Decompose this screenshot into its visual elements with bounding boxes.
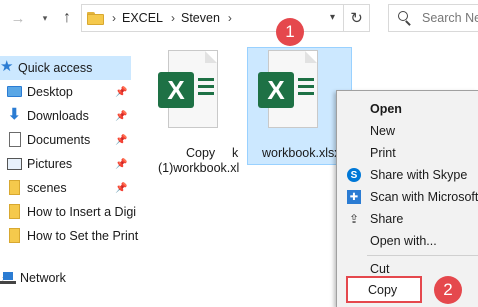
nav-item-label: Desktop bbox=[27, 85, 73, 99]
search-placeholder: Search Ne bbox=[422, 11, 478, 25]
menu-item-label: Share bbox=[370, 212, 404, 226]
excel-file-icon: X bbox=[158, 50, 218, 128]
file-name-line2: (1)workbook.xl bbox=[158, 161, 240, 175]
recent-locations-chevron-icon[interactable]: ▾ bbox=[35, 8, 55, 28]
breadcrumb-separator: › bbox=[171, 11, 175, 25]
nav-item-label: Downloads bbox=[27, 109, 89, 123]
share-icon: ⇪ bbox=[348, 212, 360, 226]
menu-item-label: Open bbox=[370, 102, 402, 116]
nav-item-label: How to Insert a Digi bbox=[27, 205, 137, 219]
search-icon bbox=[398, 11, 412, 26]
excel-file-icon: X bbox=[258, 50, 318, 128]
nav-item-quick-access[interactable]: ★ Quick access bbox=[0, 56, 131, 80]
up-arrow-icon[interactable]: ↑ bbox=[57, 8, 77, 28]
pictures-icon bbox=[7, 158, 22, 170]
pin-icon[interactable]: 📌 bbox=[115, 159, 127, 170]
menu-separator bbox=[367, 255, 478, 256]
step-callout-badge: 1 bbox=[276, 18, 304, 46]
documents-icon bbox=[9, 132, 21, 147]
nav-item-folder[interactable]: How to Set the Print bbox=[0, 224, 138, 248]
desktop-icon bbox=[7, 86, 22, 97]
menu-item-label: Print bbox=[370, 146, 396, 160]
nav-item-label: Pictures bbox=[27, 157, 73, 171]
menu-item-new[interactable]: New bbox=[337, 120, 478, 142]
address-toolbar: → ▾ ↑ › EXCEL › Steven › ▾ ↻ Search Ne bbox=[0, 0, 478, 38]
file-item-copy-workbook[interactable]: X Copy k (1)workbook.xl bbox=[150, 50, 245, 175]
file-name-line1: Copy bbox=[186, 146, 216, 160]
forward-arrow-icon[interactable]: → bbox=[8, 8, 28, 28]
breadcrumb-separator: › bbox=[227, 11, 232, 25]
excel-logo-icon: X bbox=[258, 72, 294, 108]
folder-icon bbox=[87, 11, 104, 25]
breadcrumb-excel[interactable]: EXCEL bbox=[122, 11, 163, 25]
nav-item-label: scenes bbox=[27, 181, 67, 195]
defender-icon: ✚ bbox=[347, 190, 361, 204]
file-item-workbook-content: X workbook.xlsx bbox=[252, 50, 348, 164]
nav-item-scenes[interactable]: scenes 📌 bbox=[0, 176, 131, 200]
star-icon: ★ bbox=[0, 58, 14, 75]
nav-item-downloads[interactable]: ⬇ Downloads 📌 bbox=[0, 104, 131, 128]
folder-icon bbox=[9, 180, 20, 195]
excel-logo-icon: X bbox=[158, 72, 194, 108]
nav-item-label: Network bbox=[20, 271, 66, 285]
nav-item-label: Documents bbox=[27, 133, 91, 147]
folder-icon bbox=[9, 228, 20, 243]
menu-item-share[interactable]: ⇪ Share bbox=[337, 208, 478, 230]
navigation-pane: ★ Quick access Desktop 📌 ⬇ Downloads 📌 D… bbox=[0, 52, 138, 307]
nav-item-label: How to Set the Print bbox=[27, 229, 139, 243]
download-icon: ⬇ bbox=[8, 106, 21, 123]
nav-item-label: Quick access bbox=[18, 61, 93, 75]
menu-item-open-with[interactable]: Open with... bbox=[337, 230, 478, 252]
nav-item-network[interactable]: › Network bbox=[0, 266, 131, 290]
breadcrumb-steven[interactable]: Steven bbox=[181, 11, 220, 25]
menu-item-label: Share with Skype bbox=[370, 168, 468, 182]
skype-icon: S bbox=[347, 168, 361, 182]
menu-item-label: Cut bbox=[370, 262, 390, 276]
nav-item-pictures[interactable]: Pictures 📌 bbox=[0, 152, 131, 176]
pin-icon[interactable]: 📌 bbox=[115, 135, 127, 146]
menu-item-open[interactable]: Open bbox=[337, 98, 478, 120]
refresh-icon: ↻ bbox=[350, 10, 363, 27]
address-dropdown-chevron-icon[interactable]: ▾ bbox=[330, 12, 335, 23]
menu-item-share-with-skype[interactable]: S Share with Skype bbox=[337, 164, 478, 186]
context-menu: Open New Print S Share with Skype ✚ Scan… bbox=[336, 90, 478, 307]
nav-item-documents[interactable]: Documents 📌 bbox=[0, 128, 131, 152]
network-icon bbox=[0, 272, 16, 284]
menu-item-scan-defender[interactable]: ✚ Scan with Microsoft bbox=[337, 186, 478, 208]
search-input[interactable]: Search Ne bbox=[388, 4, 478, 32]
file-name-line1-suffix: k bbox=[232, 146, 239, 160]
pin-icon[interactable]: 📌 bbox=[115, 87, 127, 98]
menu-item-copy[interactable]: Copy bbox=[346, 276, 422, 303]
menu-item-label: Copy bbox=[368, 283, 398, 297]
pin-icon[interactable]: 📌 bbox=[115, 183, 127, 194]
folder-icon bbox=[9, 204, 20, 219]
address-bar[interactable]: › EXCEL › Steven › ▾ bbox=[81, 4, 344, 32]
file-name: workbook.xlsx bbox=[262, 146, 341, 160]
breadcrumb-separator: › bbox=[112, 11, 116, 25]
nav-item-desktop[interactable]: Desktop 📌 bbox=[0, 80, 131, 104]
nav-item-folder[interactable]: How to Insert a Digi bbox=[0, 200, 136, 224]
refresh-button[interactable]: ↻ bbox=[344, 4, 370, 32]
menu-item-label: Scan with Microsoft bbox=[370, 190, 478, 204]
menu-item-print[interactable]: Print bbox=[337, 142, 478, 164]
pin-icon[interactable]: 📌 bbox=[115, 111, 127, 122]
menu-item-label: Open with... bbox=[370, 234, 437, 248]
menu-item-label: New bbox=[370, 124, 396, 138]
step-callout-badge: 2 bbox=[434, 276, 462, 304]
